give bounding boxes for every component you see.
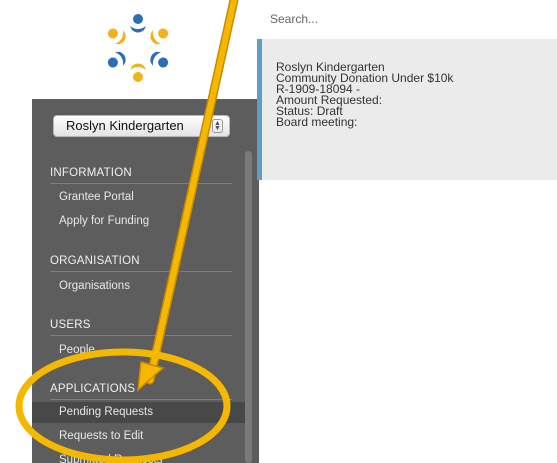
section-heading-applications: APPLICATIONS	[50, 383, 136, 395]
sidebar-item-apply-for-funding[interactable]: Apply for Funding	[59, 215, 149, 227]
section-divider	[50, 271, 232, 272]
up-down-chevron-icon: ▲ ▼	[212, 119, 223, 133]
section-heading-information: INFORMATION	[50, 167, 132, 179]
section-divider	[50, 399, 232, 400]
sidebar-item-requests-to-edit[interactable]: Requests to Edit	[59, 430, 143, 442]
section-heading-organisation: ORGANISATION	[50, 255, 140, 267]
sidebar-item-people[interactable]: People	[59, 344, 95, 356]
request-board-meeting: Board meeting:	[276, 115, 358, 129]
sidebar-item-submitted-requests[interactable]: Submitted Requests	[59, 454, 163, 463]
sidebar-item-organisations[interactable]: Organisations	[59, 280, 130, 292]
section-divider	[50, 183, 232, 184]
organisation-select-value: Roslyn Kindergarten	[66, 118, 184, 133]
organisation-select[interactable]: Roslyn Kindergarten ▲ ▼	[53, 115, 230, 137]
sidebar-item-pending-requests[interactable]: Pending Requests	[32, 402, 246, 423]
sidebar-scrollbar[interactable]	[245, 151, 252, 463]
section-divider	[50, 335, 232, 336]
sidebar-item-grantee-portal[interactable]: Grantee Portal	[59, 191, 134, 203]
logo-icon	[107, 14, 169, 82]
request-card[interactable]: Roslyn Kindergarten Community Donation U…	[257, 39, 557, 180]
section-heading-users: USERS	[50, 319, 91, 331]
search-input[interactable]	[257, 0, 557, 38]
sidebar: Roslyn Kindergarten ▲ ▼ INFORMATION Grant…	[32, 99, 259, 463]
